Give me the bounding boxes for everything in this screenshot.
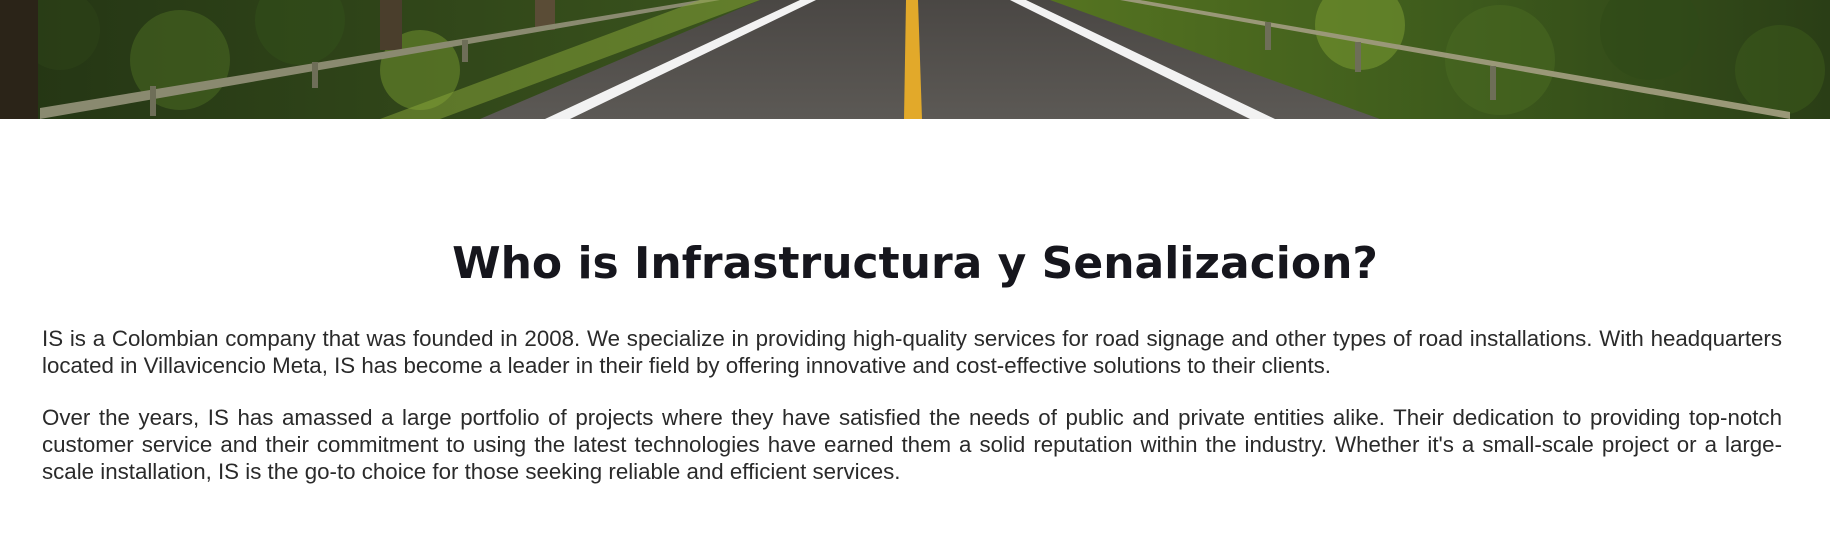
- about-paragraph-2: Over the years, IS has amassed a large p…: [42, 405, 1782, 484]
- about-paragraph-1: IS is a Colombian company that was found…: [42, 326, 1782, 378]
- about-section: Who is Infrastructura y Senalizacion? IS…: [0, 119, 1830, 550]
- about-heading: Who is Infrastructura y Senalizacion?: [452, 238, 1378, 289]
- hero-banner: [0, 0, 1830, 119]
- road-banner-image: [0, 0, 1830, 119]
